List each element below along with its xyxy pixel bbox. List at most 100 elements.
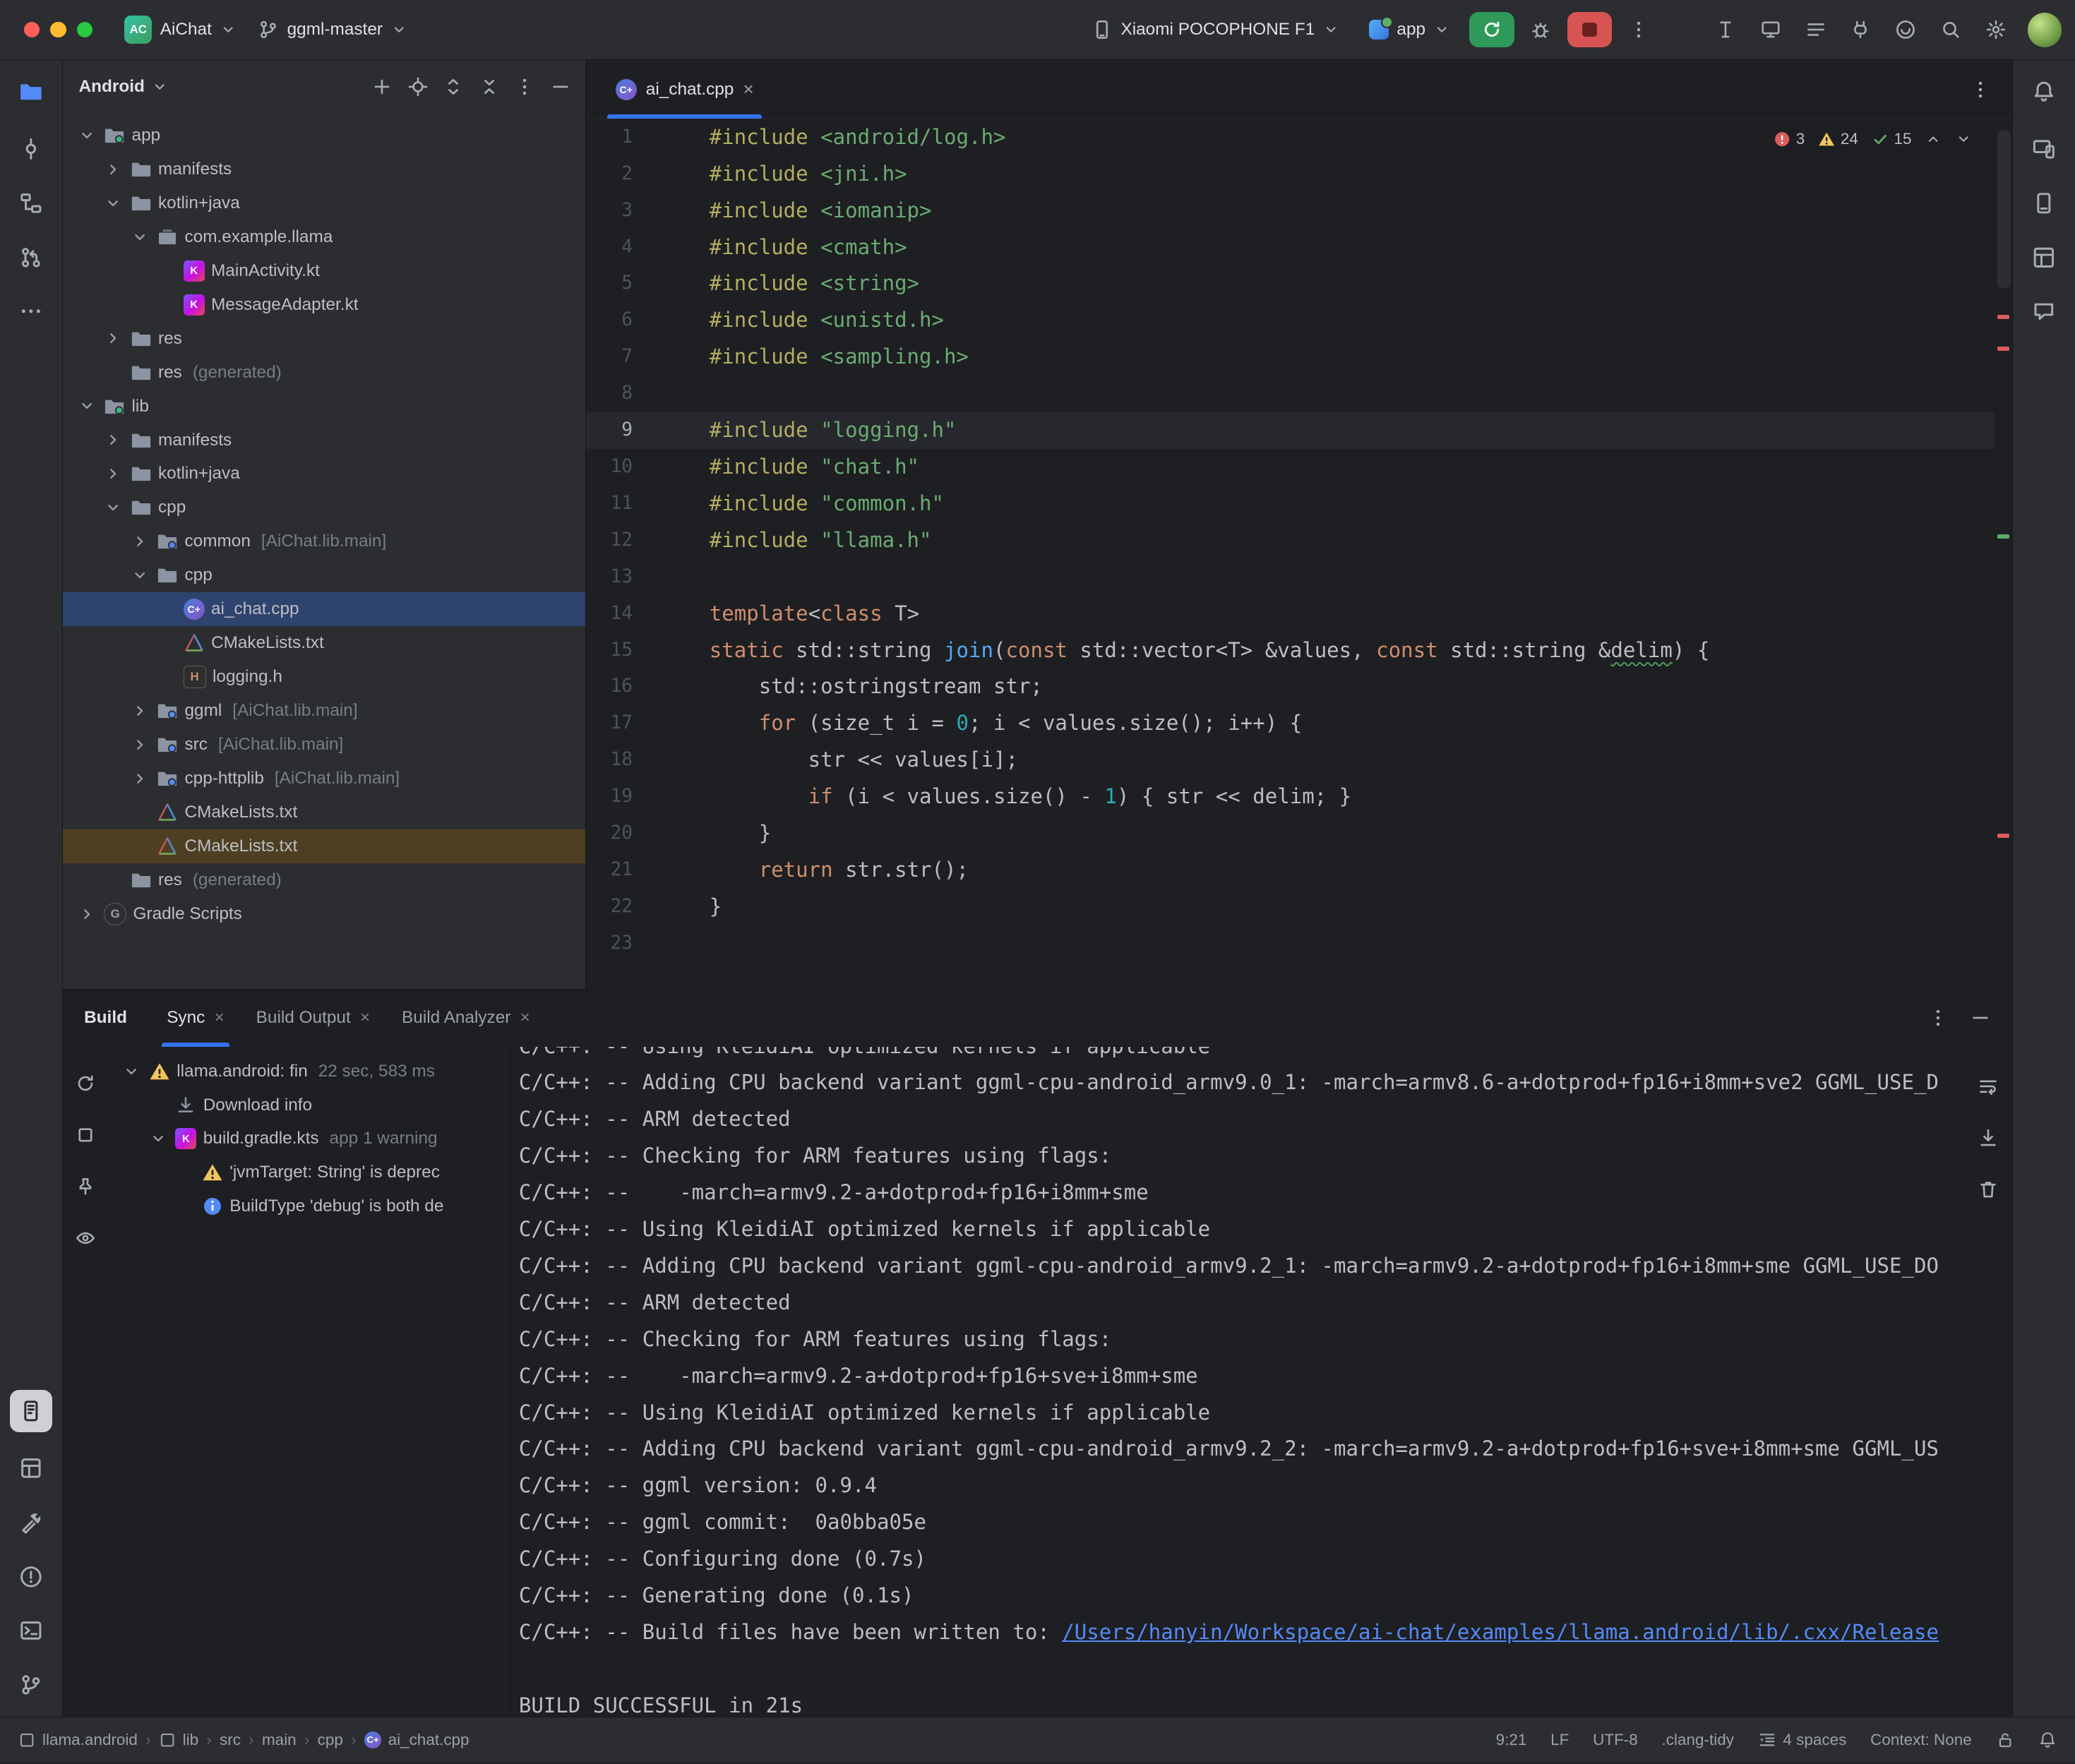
code-line-12[interactable]: 12#include "llama.h" [586, 522, 1993, 559]
search-everywhere-button[interactable] [1932, 11, 1969, 48]
running-devices-tool-button[interactable] [2023, 128, 2065, 170]
code-line-18[interactable]: 18 str << values[i]; [586, 742, 1993, 779]
code-line-6[interactable]: 6#include <unistd.h> [586, 302, 1993, 339]
inspections-widget[interactable]: 3 24 15 [1763, 126, 1983, 152]
status-line-separator[interactable]: LF [1550, 1731, 1569, 1749]
stripe-mark[interactable] [1997, 347, 2009, 351]
tree-item-mainactivity-kt[interactable]: KMainActivity.kt [63, 254, 585, 288]
code-line-23[interactable]: 23 [586, 925, 1993, 962]
commit-tool-button[interactable] [10, 128, 52, 170]
chevron-right-icon[interactable] [102, 430, 124, 451]
breadcrumb-cpp[interactable]: cpp [318, 1731, 343, 1749]
chevron-down-icon[interactable] [102, 193, 124, 214]
tree-item-kotlin-java[interactable]: kotlin+java [63, 457, 585, 491]
chevron-down-icon[interactable] [129, 565, 150, 586]
console-link[interactable]: /Users/hanyin/Workspace/ai-chat/examples… [1062, 1620, 1939, 1644]
attach-debugger-button[interactable] [1842, 11, 1879, 48]
stripe-mark[interactable] [1997, 834, 2009, 838]
tree-item-kotlin-java[interactable]: kotlin+java [63, 186, 585, 220]
tree-item-messageadapter-kt[interactable]: KMessageAdapter.kt [63, 288, 585, 322]
fullscreen-window-button[interactable] [77, 22, 92, 37]
status-context[interactable]: Context: None [1870, 1731, 1972, 1749]
project-tool-button[interactable] [10, 71, 52, 113]
error-stripe[interactable] [1994, 119, 2012, 989]
logcat-tool-button[interactable] [10, 1390, 52, 1432]
stop-button[interactable] [1567, 12, 1613, 48]
code-line-19[interactable]: 19 if (i < values.size() - 1) { str << d… [586, 779, 1993, 815]
warnings-count[interactable]: 24 [1818, 130, 1858, 148]
code-line-10[interactable]: 10#include "chat.h" [586, 449, 1993, 486]
status-write-access[interactable] [1996, 1731, 2014, 1749]
build-variants-tool-button[interactable] [10, 1447, 52, 1489]
tree-item-res[interactable]: res(generated) [63, 356, 585, 390]
close-window-button[interactable] [24, 22, 40, 37]
stripe-mark[interactable] [1997, 534, 2009, 539]
tree-item-ai-chat-cpp[interactable]: C+ai_chat.cpp [63, 592, 585, 626]
chevron-right-icon[interactable] [102, 159, 124, 180]
tree-item-src[interactable]: src[AiChat.lib.main] [63, 728, 585, 762]
tree-item-cmakelists-txt[interactable]: CMakeLists.txt [63, 796, 585, 829]
stripe-mark[interactable] [1997, 315, 2009, 319]
code-line-17[interactable]: 17 for (size_t i = 0; i < values.size();… [586, 705, 1993, 742]
version-control-tool-button[interactable] [10, 1664, 52, 1706]
code-line-3[interactable]: 3#include <iomanip> [586, 193, 1993, 229]
tree-item-com-example-llama[interactable]: com.example.llama [63, 220, 585, 254]
debug-button[interactable] [1522, 11, 1559, 48]
add-button[interactable] [365, 69, 400, 104]
close-tab-icon[interactable]: × [360, 1008, 370, 1028]
next-problem-icon[interactable] [1955, 131, 1972, 148]
status-encoding[interactable]: UTF-8 [1593, 1731, 1638, 1749]
tree-item-res[interactable]: res [63, 322, 585, 356]
mirror-device-button[interactable] [1752, 11, 1789, 48]
tree-item-cpp[interactable]: cpp [63, 491, 585, 524]
tree-item-res[interactable]: res(generated) [63, 863, 585, 897]
status-notifications[interactable] [2038, 1731, 2057, 1749]
breadcrumb-main[interactable]: main [262, 1731, 297, 1749]
previous-problem-icon[interactable] [1925, 131, 1942, 148]
chevron-right-icon[interactable] [129, 700, 150, 721]
more-actions-button[interactable] [1620, 11, 1656, 48]
code-line-20[interactable]: 20 } [586, 815, 1993, 852]
user-avatar[interactable] [2028, 13, 2062, 47]
gradle-sync-button[interactable] [1887, 11, 1924, 48]
chevron-down-icon[interactable] [121, 1061, 143, 1082]
chevron-right-icon[interactable] [129, 531, 150, 552]
code-line-11[interactable]: 11#include "common.h" [586, 486, 1993, 522]
breadcrumb-llama-android[interactable]: llama.android [18, 1731, 138, 1749]
errors-count[interactable]: 3 [1774, 130, 1805, 148]
eye-button[interactable] [67, 1220, 104, 1256]
sync-button[interactable] [67, 1065, 104, 1102]
tree-item-lib[interactable]: lib [63, 390, 585, 424]
editor-tab-ai-chat-cpp[interactable]: C+ai_chat.cpp× [599, 60, 770, 118]
chevron-down-icon[interactable] [148, 1128, 169, 1149]
structure-tool-button[interactable] [10, 182, 52, 224]
tree-item-download-info[interactable]: Download info [108, 1088, 505, 1122]
pin-button[interactable] [67, 1168, 104, 1205]
device-explorer-tool-button[interactable] [2023, 182, 2065, 224]
editor-options-button[interactable] [1962, 71, 1999, 107]
tree-item-cpp[interactable]: cpp [63, 558, 585, 592]
tree-item-logging-h[interactable]: Hlogging.h [63, 660, 585, 694]
passed-count[interactable]: 15 [1872, 130, 1912, 148]
notifications-tool-button[interactable] [2023, 71, 2065, 113]
hide-build-panel-button[interactable] [1962, 1000, 1999, 1036]
rerun-button[interactable] [1469, 12, 1514, 48]
tree-item-cpp-httplib[interactable]: cpp-httplib[AiChat.lib.main] [63, 762, 585, 796]
code-line-16[interactable]: 16 std::ostringstream str; [586, 668, 1993, 705]
build-tab-build-output[interactable]: Build Output× [240, 990, 385, 1047]
tree-item-app[interactable]: app [63, 119, 585, 152]
build-tab-build-analyzer[interactable]: Build Analyzer× [386, 990, 546, 1047]
build-options-button[interactable] [1920, 1000, 1956, 1036]
chevron-right-icon[interactable] [102, 328, 124, 349]
editor-body[interactable]: 1#include <android/log.h>2#include <jni.… [586, 119, 2011, 989]
build-tool-button[interactable] [10, 1501, 52, 1544]
code-line-15[interactable]: 15static std::string join(const std::vec… [586, 632, 1993, 669]
chevron-down-icon[interactable] [129, 227, 150, 248]
more-button[interactable] [508, 69, 542, 104]
code-line-2[interactable]: 2#include <jni.h> [586, 156, 1993, 193]
chevron-down-icon[interactable] [102, 497, 124, 518]
tree-item-llama-android-fin[interactable]: llama.android: fin22 sec, 583 ms [108, 1055, 505, 1088]
tree-item-jvmtarget-string-is-deprec[interactable]: 'jvmTarget: String' is deprec [108, 1156, 505, 1189]
branch-selector[interactable]: ggml-master [247, 14, 418, 46]
task-list-button[interactable] [1798, 11, 1834, 48]
